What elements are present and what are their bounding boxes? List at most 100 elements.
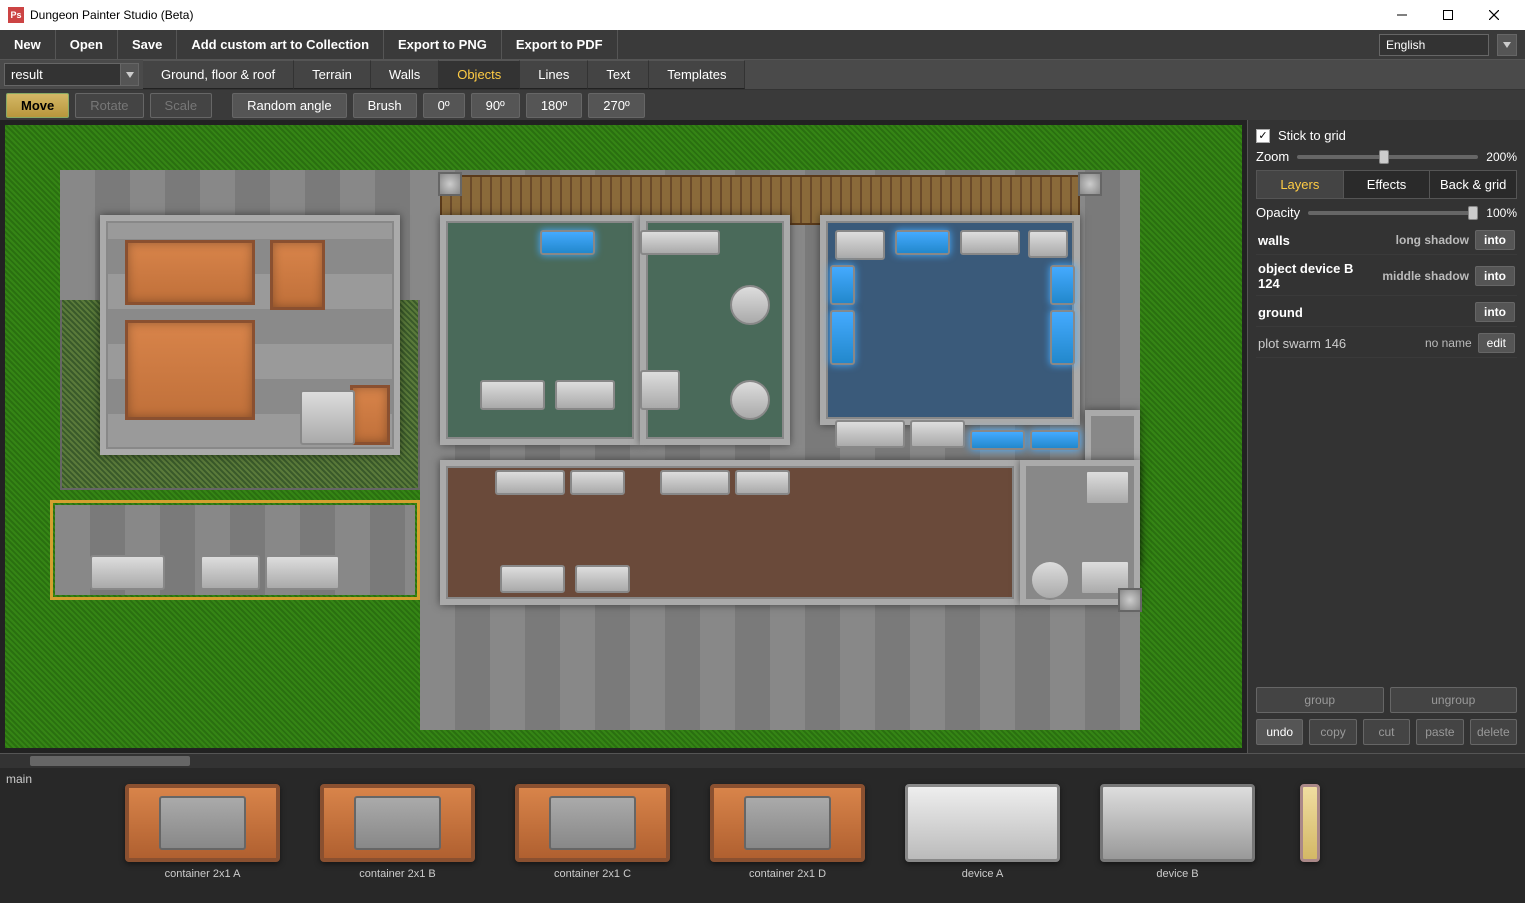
tab-lines[interactable]: Lines [520, 60, 588, 89]
tab-objects[interactable]: Objects [439, 60, 520, 89]
layer-list: walls long shadow into object device B 1… [1256, 226, 1517, 358]
tool-scale: Scale [150, 93, 213, 118]
window-maximize-button[interactable] [1425, 0, 1471, 30]
layer-shadow: long shadow [1396, 233, 1469, 247]
asset-item[interactable]: device B [1095, 784, 1260, 880]
asset-name: device A [962, 868, 1004, 880]
layer-edit-button[interactable]: edit [1478, 333, 1515, 353]
opacity-value: 100% [1486, 206, 1517, 220]
asset-item[interactable]: container 2x1 A [120, 784, 285, 880]
window-close-button[interactable] [1471, 0, 1517, 30]
rp-tab-layers[interactable]: Layers [1257, 171, 1344, 198]
zoom-label: Zoom [1256, 149, 1289, 164]
group-button[interactable]: group [1256, 687, 1384, 713]
tool-toolbar: Move Rotate Scale Random angle Brush 0º … [0, 90, 1525, 120]
angle-90[interactable]: 90º [471, 93, 520, 118]
right-panel: ✓ Stick to grid Zoom 200% Layers Effects… [1247, 120, 1525, 753]
asset-item[interactable]: container 2x1 B [315, 784, 480, 880]
zoom-value: 200% [1486, 150, 1517, 164]
layer-shadow: middle shadow [1382, 269, 1469, 283]
layer-into-button[interactable]: into [1475, 302, 1515, 322]
menu-add-custom-art[interactable]: Add custom art to Collection [177, 30, 384, 59]
language-dropdown-button[interactable] [1497, 34, 1517, 56]
stick-to-grid-label: Stick to grid [1278, 128, 1346, 143]
close-icon [1489, 10, 1499, 20]
layer-into-button[interactable]: into [1475, 266, 1515, 286]
layer-target-value: result [11, 67, 43, 82]
tab-templates[interactable]: Templates [649, 60, 745, 89]
chevron-down-icon [1503, 42, 1511, 48]
app-icon: Ps [8, 7, 24, 23]
minimize-icon [1397, 10, 1407, 20]
layer-name: ground [1258, 305, 1463, 320]
asset-name: container 2x1 A [165, 868, 241, 880]
maximize-icon [1443, 10, 1453, 20]
category-toolbar: result Ground, floor & roof Terrain Wall… [0, 60, 1525, 90]
cut-button[interactable]: cut [1363, 719, 1410, 745]
rp-tab-back-grid[interactable]: Back & grid [1430, 171, 1516, 198]
tab-walls[interactable]: Walls [371, 60, 439, 89]
scrollbar-thumb[interactable] [30, 756, 190, 766]
tool-rotate: Rotate [75, 93, 143, 118]
opacity-slider[interactable] [1308, 211, 1478, 215]
menu-save[interactable]: Save [118, 30, 177, 59]
undo-button[interactable]: undo [1256, 719, 1303, 745]
layer-name: object device B 124 [1258, 261, 1376, 291]
language-select[interactable]: English [1379, 34, 1489, 56]
tab-terrain[interactable]: Terrain [294, 60, 371, 89]
menu-new[interactable]: New [0, 30, 56, 59]
asset-scrollbar[interactable] [0, 754, 1525, 768]
tool-brush[interactable]: Brush [353, 93, 417, 118]
rp-tab-effects[interactable]: Effects [1344, 171, 1431, 198]
right-panel-tabs: Layers Effects Back & grid [1256, 170, 1517, 199]
window-titlebar: Ps Dungeon Painter Studio (Beta) [0, 0, 1525, 30]
layer-shadow: no name [1425, 336, 1472, 350]
asset-thumb [320, 784, 475, 862]
tool-move[interactable]: Move [6, 93, 69, 118]
asset-item[interactable]: container 2x1 D [705, 784, 870, 880]
tab-ground[interactable]: Ground, floor & roof [143, 60, 294, 89]
asset-item[interactable] [1290, 784, 1330, 868]
opacity-label: Opacity [1256, 205, 1300, 220]
ungroup-button[interactable]: ungroup [1390, 687, 1518, 713]
copy-button[interactable]: copy [1309, 719, 1356, 745]
layer-row[interactable]: walls long shadow into [1256, 226, 1517, 255]
paste-button[interactable]: paste [1416, 719, 1463, 745]
menu-export-png[interactable]: Export to PNG [384, 30, 502, 59]
menu-open[interactable]: Open [56, 30, 118, 59]
asset-name: container 2x1 B [359, 868, 435, 880]
asset-thumb [515, 784, 670, 862]
tab-text[interactable]: Text [588, 60, 649, 89]
tool-random-angle[interactable]: Random angle [232, 93, 347, 118]
asset-thumb [710, 784, 865, 862]
layer-row[interactable]: plot swarm 146 no name edit [1256, 329, 1517, 358]
angle-270[interactable]: 270º [588, 93, 644, 118]
window-title: Dungeon Painter Studio (Beta) [30, 8, 1379, 22]
angle-0[interactable]: 0º [423, 93, 465, 118]
layer-name: walls [1258, 233, 1390, 248]
asset-name: device B [1156, 868, 1198, 880]
menu-export-pdf[interactable]: Export to PDF [502, 30, 618, 59]
map-canvas[interactable] [0, 120, 1247, 753]
asset-name: container 2x1 D [749, 868, 826, 880]
asset-item[interactable]: container 2x1 C [510, 784, 675, 880]
main-menu-bar: New Open Save Add custom art to Collecti… [0, 30, 1525, 60]
asset-thumb [1300, 784, 1320, 862]
window-minimize-button[interactable] [1379, 0, 1425, 30]
asset-thumb [1100, 784, 1255, 862]
stick-to-grid-checkbox[interactable]: ✓ [1256, 129, 1270, 143]
layer-into-button[interactable]: into [1475, 230, 1515, 250]
asset-category-label: main [6, 772, 32, 786]
layer-row[interactable]: ground into [1256, 298, 1517, 327]
asset-name: container 2x1 C [554, 868, 631, 880]
asset-panel: main container 2x1 A container 2x1 B con… [0, 753, 1525, 903]
zoom-slider[interactable] [1297, 155, 1478, 159]
asset-item[interactable]: device A [900, 784, 1065, 880]
layer-row[interactable]: object device B 124 middle shadow into [1256, 257, 1517, 296]
delete-button[interactable]: delete [1470, 719, 1517, 745]
dropdown-arrow-icon [120, 64, 138, 85]
layer-name: plot swarm 146 [1258, 336, 1419, 351]
angle-180[interactable]: 180º [526, 93, 582, 118]
layer-target-dropdown[interactable]: result [4, 63, 139, 86]
asset-thumb [905, 784, 1060, 862]
